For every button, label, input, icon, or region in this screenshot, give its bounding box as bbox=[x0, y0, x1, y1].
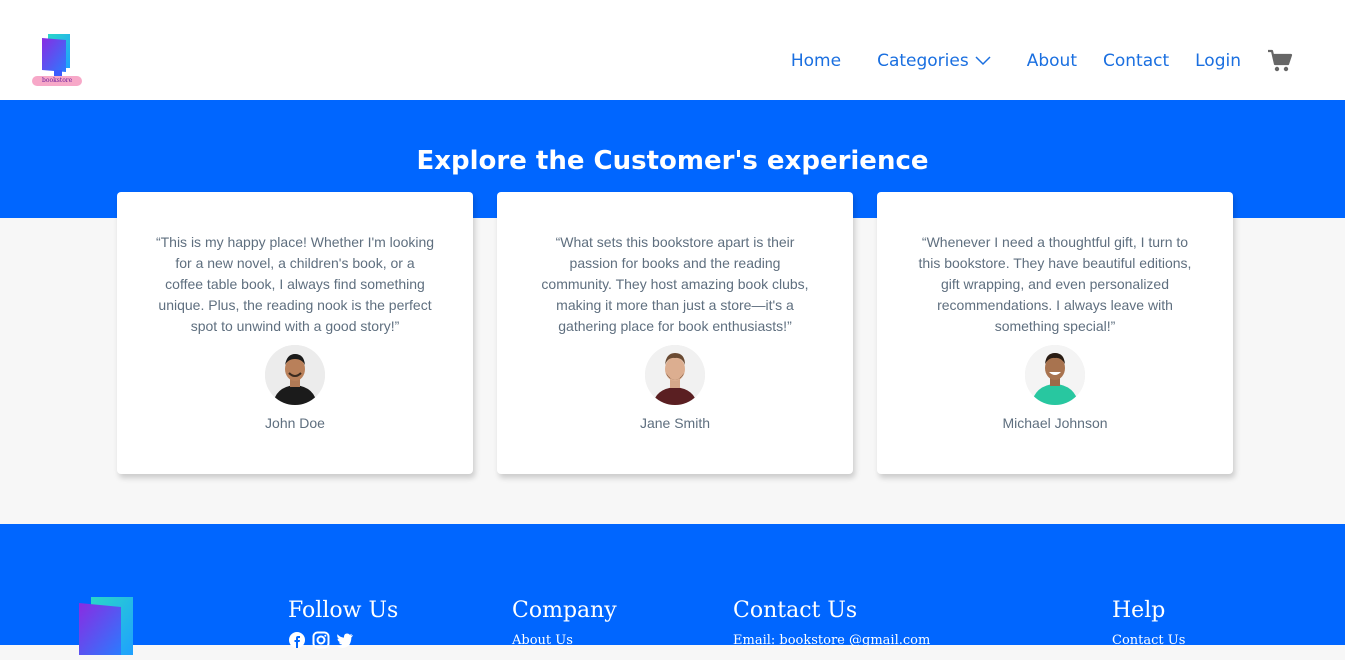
footer-email[interactable]: Email: bookstore @gmail.com bbox=[733, 633, 930, 648]
brand-logo[interactable]: bookstore bbox=[30, 30, 84, 90]
facebook-icon[interactable] bbox=[288, 631, 306, 649]
testimonial-name: Michael Johnson bbox=[1002, 415, 1108, 431]
footer-help: Help Contact Us bbox=[1112, 598, 1185, 648]
footer-about-link[interactable]: About Us bbox=[512, 633, 617, 648]
testimonial-quote: “Whenever I need a thoughtful gift, I tu… bbox=[918, 234, 1192, 334]
social-links bbox=[288, 631, 398, 649]
site-header: bookstore Home Categories About Contact … bbox=[0, 0, 1345, 100]
footer-contact-link[interactable]: Contact Us bbox=[1112, 633, 1185, 648]
footer-contact-title: Contact Us bbox=[733, 598, 858, 623]
nav-about[interactable]: About bbox=[1027, 51, 1077, 71]
nav-categories[interactable]: Categories bbox=[877, 51, 991, 71]
testimonial-quote: “This is my happy place! Whether I'm loo… bbox=[155, 234, 435, 334]
testimonials-title: Explore the Customer's experience bbox=[416, 146, 929, 176]
testimonial-quote: “What sets this bookstore apart is their… bbox=[541, 234, 809, 334]
footer-contact: Contact Us Email: bookstore @gmail.com bbox=[733, 598, 930, 648]
logo-text: bookstore bbox=[42, 77, 73, 84]
nav-home[interactable]: Home bbox=[791, 51, 841, 71]
avatar bbox=[1025, 345, 1085, 405]
nav-categories-label: Categories bbox=[877, 51, 969, 71]
footer-follow-title: Follow Us bbox=[288, 598, 399, 623]
cart-icon[interactable] bbox=[1267, 48, 1293, 74]
footer-company: Company About Us bbox=[512, 598, 617, 648]
main-nav: Home Categories About Contact Login bbox=[791, 44, 1293, 78]
footer-logo[interactable] bbox=[77, 595, 137, 655]
testimonial-name: Jane Smith bbox=[639, 415, 711, 431]
testimonial-card: “Whenever I need a thoughtful gift, I tu… bbox=[877, 192, 1233, 474]
footer-help-title: Help bbox=[1112, 598, 1166, 623]
footer-company-title: Company bbox=[512, 598, 617, 623]
testimonial-card: “This is my happy place! Whether I'm loo… bbox=[117, 192, 473, 474]
site-footer: Follow Us Company About Us Contact Us Em… bbox=[0, 524, 1345, 655]
nav-login[interactable]: Login bbox=[1195, 51, 1241, 71]
avatar bbox=[265, 345, 325, 405]
avatar bbox=[645, 345, 705, 405]
twitter-icon[interactable] bbox=[336, 631, 354, 649]
chevron-down-icon bbox=[975, 51, 991, 71]
footer-follow: Follow Us bbox=[288, 598, 398, 649]
testimonial-name: John Doe bbox=[265, 415, 325, 431]
nav-contact[interactable]: Contact bbox=[1103, 51, 1169, 71]
instagram-icon[interactable] bbox=[312, 631, 330, 649]
testimonial-card: “What sets this bookstore apart is their… bbox=[497, 192, 853, 474]
